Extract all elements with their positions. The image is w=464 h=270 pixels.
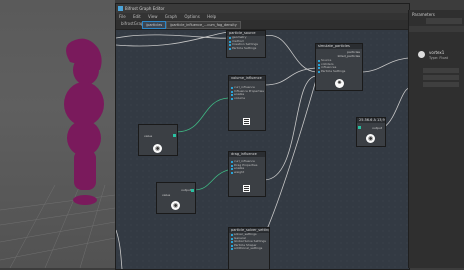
magenta-figure [64, 38, 104, 205]
tab-particles[interactable]: /particles [142, 21, 167, 29]
output-port[interactable] [173, 134, 176, 137]
ground-grid [0, 184, 115, 268]
parameter-row [411, 82, 461, 87]
parameter-field[interactable] [423, 75, 459, 80]
compound-icon [243, 118, 250, 125]
output-port[interactable] [191, 189, 194, 192]
wifi-icon: ◉ [366, 134, 375, 143]
menu-help[interactable]: Help [207, 14, 216, 19]
port-row[interactable]: Particle Settings [316, 70, 362, 74]
parameter-field[interactable] [423, 82, 459, 87]
3d-viewport[interactable] [0, 0, 115, 268]
node-title: 25.56.6 A 13,987 [357, 118, 385, 123]
node-value-left[interactable]: value ◉ [138, 124, 178, 156]
node-value-right[interactable]: 25.56.6 A 13,987 output ◉ [356, 117, 386, 147]
particles-icon: ✺ [335, 79, 344, 88]
port-row[interactable]: additional_settings [229, 247, 269, 251]
node-volume-influence[interactable]: volume_influence curl_influence Influenc… [228, 75, 266, 131]
compound-icon [243, 185, 250, 192]
graph-toolbar: bifrostGraphShape1 ▸ /particles /particl… [116, 20, 409, 30]
node-particle-source[interactable]: particle_source geometry method Creation… [226, 30, 266, 58]
parameter-type-icon [418, 51, 425, 58]
parameter-row [411, 75, 461, 80]
port-row[interactable]: volume [229, 97, 265, 101]
port-row[interactable]: Particle Settings [227, 47, 265, 51]
graph-editor-window: Bifrost Graph Editor File Edit View Grap… [115, 3, 410, 270]
input-port[interactable] [358, 126, 361, 129]
menu-options[interactable]: Options [184, 14, 199, 19]
parameter-search-field[interactable] [426, 18, 462, 24]
menu-edit[interactable]: Edit [133, 14, 141, 19]
tab-particle-influence[interactable]: /particle_influence_...cum_fog_density [166, 21, 241, 29]
node-title [139, 125, 177, 130]
output-label: output [181, 188, 191, 192]
menu-view[interactable]: View [148, 14, 158, 19]
selected-parameter-type: Type: Float [429, 56, 448, 60]
parameter-row [411, 68, 461, 73]
node-simulate-particles[interactable]: simulate_particles particles killed_part… [315, 43, 363, 91]
selected-parameter-name: vortex1 [429, 50, 445, 55]
node-canvas[interactable]: particle_source geometry method Creation… [116, 30, 409, 269]
wifi-icon: ◉ [171, 201, 180, 210]
parameters-panel: Parameters vortex1 Type: Float [408, 10, 464, 268]
output-label: output [372, 126, 382, 130]
viewport-scene [0, 38, 115, 268]
input-label: value [144, 134, 153, 138]
input-label: value [162, 193, 171, 197]
node-title: volume_influence [229, 76, 265, 81]
port-row[interactable]: weight [229, 171, 265, 175]
node-drag-influence[interactable]: drag_influence curl_influence Drag Prope… [228, 151, 266, 197]
panel-header-bar [409, 26, 464, 32]
menu-graph[interactable]: Graph [165, 14, 177, 19]
window-title: Bifrost Graph Editor [125, 6, 165, 11]
output-label: killed_particles [337, 54, 360, 58]
menubar: File Edit View Graph Options Help [116, 13, 409, 20]
node-particle-solver-settings[interactable]: particle_solver_settings solver_settings… [228, 227, 270, 269]
window-titlebar: Bifrost Graph Editor [116, 4, 409, 13]
wifi-icon: ◉ [153, 144, 162, 153]
node-value-bottom[interactable]: value output ◉ [156, 182, 196, 214]
app-icon [118, 6, 123, 11]
menu-file[interactable]: File [119, 14, 126, 19]
parameter-field[interactable] [423, 68, 459, 73]
